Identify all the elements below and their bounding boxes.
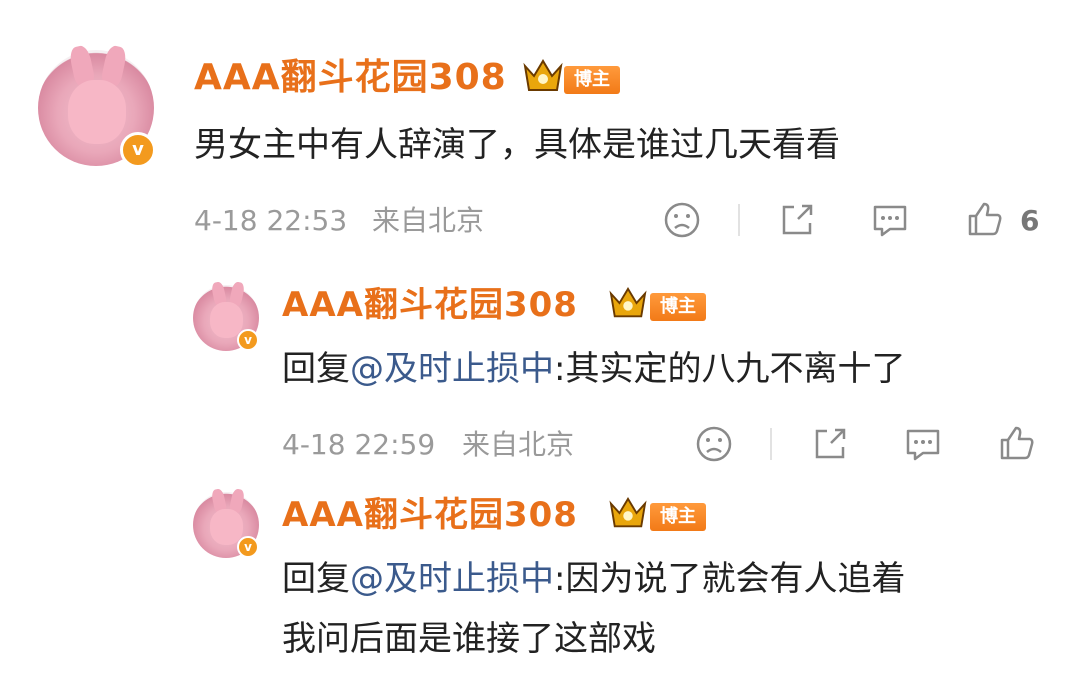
author-name[interactable]: AAA翻斗花园308 bbox=[194, 56, 507, 100]
comment-1: v AAA翻斗花园308 博主 男女主中有人辞演了，具体是谁过几天看看 4-18… bbox=[0, 0, 1080, 260]
reply-prefix: 回复 bbox=[282, 559, 350, 599]
crown-icon bbox=[609, 497, 647, 528]
share-icon bbox=[782, 204, 813, 235]
avatar[interactable]: v bbox=[193, 488, 259, 558]
mention-link[interactable]: @及时止损中 bbox=[350, 559, 554, 599]
comment-icon bbox=[906, 429, 940, 461]
divider bbox=[770, 428, 772, 460]
share-button[interactable] bbox=[811, 425, 849, 463]
reply-text: :因为说了就会有人追着 bbox=[554, 559, 906, 599]
sad-face-icon bbox=[696, 426, 732, 462]
timestamp: 4-18 22:53 bbox=[194, 204, 348, 237]
host-badge: 博主 bbox=[564, 66, 620, 94]
comment-text: 回复@及时止损中:其实定的八九不离十了 bbox=[282, 346, 905, 392]
author-name[interactable]: AAA翻斗花园308 bbox=[282, 494, 578, 536]
comment-icon bbox=[873, 205, 907, 237]
crown-icon bbox=[523, 59, 563, 91]
reply-prefix: 回复 bbox=[282, 349, 350, 389]
dislike-button[interactable] bbox=[695, 425, 733, 463]
share-button[interactable] bbox=[778, 201, 816, 239]
share-icon bbox=[815, 428, 846, 459]
like-button[interactable] bbox=[998, 424, 1036, 462]
verified-v-icon: v bbox=[237, 536, 259, 558]
dislike-button[interactable] bbox=[663, 201, 701, 239]
thumbs-up-icon bbox=[968, 202, 1002, 236]
verified-v-icon: v bbox=[120, 132, 156, 168]
crown-icon bbox=[609, 287, 647, 318]
comment-text: 回复@及时止损中:因为说了就会有人追着 bbox=[282, 556, 905, 602]
avatar[interactable]: v bbox=[193, 281, 259, 351]
location: 来自北京 bbox=[462, 428, 575, 461]
author-name[interactable]: AAA翻斗花园308 bbox=[282, 284, 578, 326]
mention-link[interactable]: @及时止损中 bbox=[350, 349, 554, 389]
like-button[interactable] bbox=[966, 200, 1004, 238]
divider bbox=[738, 204, 740, 236]
comment-button[interactable] bbox=[870, 201, 910, 239]
host-badge: 博主 bbox=[650, 293, 706, 321]
verified-v-icon: v bbox=[237, 329, 259, 351]
thumbs-up-icon bbox=[1000, 426, 1034, 460]
timestamp: 4-18 22:59 bbox=[282, 428, 436, 461]
comment-text: 男女主中有人辞演了，具体是谁过几天看看 bbox=[194, 125, 840, 165]
avatar[interactable]: v bbox=[38, 44, 156, 168]
sad-face-icon bbox=[664, 202, 700, 238]
reply-text: :其实定的八九不离十了 bbox=[554, 349, 906, 389]
host-badge: 博主 bbox=[650, 503, 706, 531]
comment-text-line2: 我问后面是谁接了这部戏 bbox=[282, 619, 656, 659]
like-count: 6 bbox=[1020, 204, 1040, 237]
comment-button[interactable] bbox=[903, 425, 943, 463]
location: 来自北京 bbox=[372, 204, 485, 237]
